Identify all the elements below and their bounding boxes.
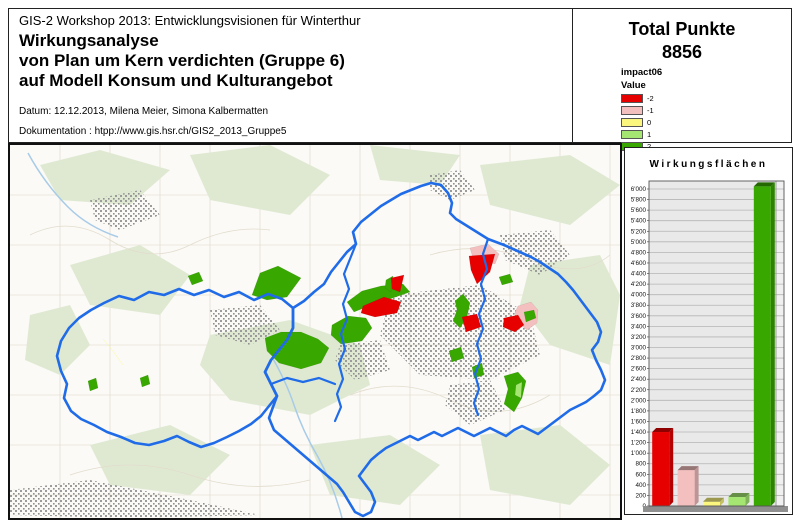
bar-1 [728, 497, 746, 506]
y-tick-label: 1'400 [631, 429, 647, 436]
y-tick-label: 2'200 [631, 387, 647, 394]
legend-swatch [621, 117, 643, 127]
chart-floor [643, 506, 788, 512]
legend-items: -2 -1 0 1 2 [621, 93, 662, 151]
date-authors: Datum: 12.12.2013, Milena Meier, Simona … [19, 106, 269, 118]
impact-area-bar-chart: 02004006008001'0001'2001'4001'6001'8002'… [631, 180, 788, 512]
total-score: Total Punkte 8856 [573, 18, 791, 63]
y-tick-label: 2'600 [631, 366, 647, 373]
y-tick-label: 5'200 [631, 228, 647, 235]
legend-title: impact06 [621, 67, 663, 78]
bar-side--2 [669, 428, 674, 506]
plot-side-wall [776, 181, 784, 506]
y-tick-label: 4'400 [631, 271, 647, 278]
legend-swatch [621, 129, 643, 139]
y-tick-label: 2'000 [631, 397, 647, 404]
main-title-line-3: auf Modell Konsum und Kulturangebot [19, 71, 333, 91]
y-tick-label: 3'600 [631, 313, 647, 320]
legend-label: -1 [647, 105, 654, 115]
y-tick-label: 800 [635, 461, 646, 468]
legend-item: 1 [621, 129, 662, 139]
y-tick-label: 5'600 [631, 207, 647, 214]
total-score-value: 8856 [661, 41, 703, 62]
y-tick-label: 1'800 [631, 408, 647, 415]
bar-2 [753, 186, 771, 506]
legend-item: -2 [621, 93, 662, 103]
legend-swatch [621, 93, 643, 103]
bar-side--1 [694, 466, 699, 506]
y-tick-label: 200 [635, 492, 646, 499]
y-tick-label: 3'400 [631, 323, 647, 330]
y-tick-label: 3'000 [631, 345, 647, 352]
impact-area-chart-panel: Wirkungsflächen 02004006008001'0001'2001… [624, 147, 793, 515]
legend-subtitle: Value [621, 80, 646, 91]
impact-legend: impact06 Value -2 -1 0 1 2 [621, 67, 662, 151]
title-block: GIS-2 Workshop 2013: Entwicklungsvisione… [9, 9, 573, 142]
y-tick-label: 5'800 [631, 197, 647, 204]
workshop-supertitle: GIS-2 Workshop 2013: Entwicklungsvisione… [19, 13, 361, 28]
bar--2 [652, 432, 670, 506]
map-sheet: GIS-2 Workshop 2013: Entwicklungsvisione… [0, 0, 800, 528]
documentation-link: Dokumentation : htpp://www.gis.hsr.ch/GI… [19, 126, 287, 138]
y-tick-label: 400 [635, 482, 646, 489]
legend-item: -1 [621, 105, 662, 115]
y-tick-label: 4'200 [631, 281, 647, 288]
y-tick-label: 1'000 [631, 450, 647, 457]
y-tick-label: 4'000 [631, 292, 647, 299]
y-tick-label: 3'800 [631, 302, 647, 309]
legend-item: 0 [621, 117, 662, 127]
legend-label: 0 [647, 117, 652, 127]
y-tick-label: 6'000 [631, 186, 647, 193]
y-tick-label: 4'800 [631, 249, 647, 256]
y-tick-label: 2'400 [631, 376, 647, 383]
y-tick-label: 3'200 [631, 334, 647, 341]
y-tick-label: 600 [635, 471, 646, 478]
main-title-line-2: von Plan um Kern verdichten (Gruppe 6) [19, 51, 345, 71]
legend-label: -2 [647, 93, 654, 103]
bar-0 [703, 501, 720, 506]
y-tick-label: 1'200 [631, 440, 647, 447]
bar--1 [677, 470, 695, 506]
y-tick-label: 4'600 [631, 260, 647, 267]
bar-side-2 [770, 182, 775, 506]
main-title: Wirkungsanalyse von Plan um Kern verdich… [19, 31, 562, 91]
legend-label: 1 [647, 129, 652, 139]
legend-swatch [621, 105, 643, 115]
header: GIS-2 Workshop 2013: Entwicklungsvisione… [8, 8, 792, 151]
y-tick-label: 5'000 [631, 239, 647, 246]
total-score-label: Total Punkte [628, 19, 736, 39]
map-frame [8, 143, 622, 520]
y-tick-label: 1'600 [631, 418, 647, 425]
main-title-line-1: Wirkungsanalyse [19, 31, 159, 50]
y-tick-label: 2'800 [631, 355, 647, 362]
score-legend-panel: Total Punkte 8856 impact06 Value -2 -1 0 1 2 [573, 9, 791, 151]
y-tick-label: 5'400 [631, 218, 647, 225]
topographic-map [10, 145, 620, 518]
